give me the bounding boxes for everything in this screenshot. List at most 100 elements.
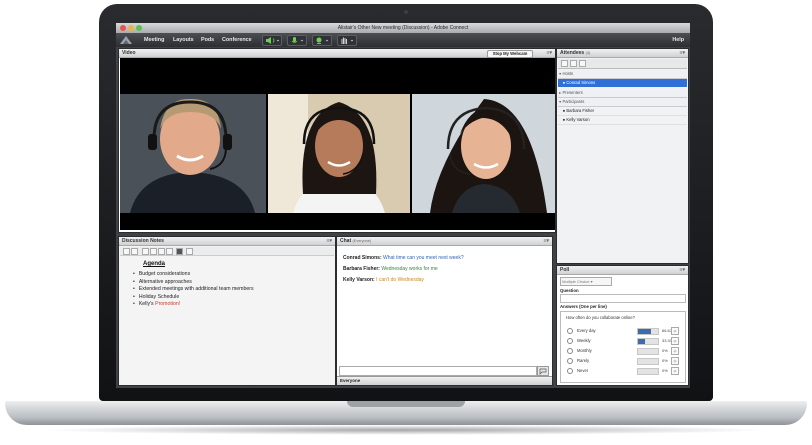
participant-3-avatar-icon <box>412 94 555 213</box>
poll-bar <box>637 338 659 345</box>
title-bar: Alistair's Other New meeting (Discussion… <box>116 23 690 33</box>
poll-option-label: Monthly <box>577 348 592 353</box>
microphone-button[interactable] <box>287 35 307 46</box>
attendees-toolbar <box>558 59 687 69</box>
notes-content[interactable]: Agenda Budget considerations Alternative… <box>123 257 281 377</box>
user-icon: ● <box>562 117 566 122</box>
webcam-button[interactable] <box>312 35 332 46</box>
attendees-title: Attendees <box>560 50 585 56</box>
pod-options-icon[interactable]: ≡▾ <box>680 267 685 273</box>
status-icon[interactable] <box>579 60 586 67</box>
menu-layouts[interactable]: Layouts <box>173 37 194 43</box>
speaker-button[interactable] <box>262 35 282 46</box>
chat-messages: Conrad Simons: What time can you meet ne… <box>343 253 464 286</box>
notes-toolbar <box>120 247 334 256</box>
attendee-host[interactable]: ● Conrad Simons <box>558 79 687 87</box>
laptop-notch <box>347 401 465 407</box>
chat-sender: Barbara Fisher: <box>343 266 380 272</box>
speaker-icon <box>266 37 280 44</box>
video-participant-1 <box>120 94 266 213</box>
undo-icon[interactable] <box>123 248 130 255</box>
raise-hand-button[interactable] <box>337 35 357 46</box>
poll-option-label: Weekly <box>577 338 591 343</box>
attendees-count: (3) <box>585 51 591 55</box>
text-color-icon[interactable] <box>176 248 183 255</box>
poll-percentage: 0% <box>662 358 668 363</box>
radio-button[interactable] <box>567 327 573 334</box>
group-presenters-label: Presenters <box>562 90 583 95</box>
menu-pods[interactable]: Pods <box>201 37 214 43</box>
poll-option[interactable]: Never 0% ◇ <box>567 366 679 375</box>
group-hosts[interactable]: ▾ Hosts <box>558 70 687 79</box>
window-title: Alistair's Other New meeting (Discussion… <box>337 25 469 31</box>
radio-button[interactable] <box>567 367 573 374</box>
notes-pod-header: Discussion Notes ≡▾ <box>119 237 335 246</box>
radio-button[interactable] <box>567 347 573 354</box>
grid-view-icon[interactable] <box>570 60 577 67</box>
vote-count-icon: ◇ <box>671 347 679 355</box>
group-presenters[interactable]: ▸ Presenters <box>558 89 687 98</box>
redo-icon[interactable] <box>131 248 138 255</box>
menu-conference[interactable]: Conference <box>222 37 252 43</box>
attendees-pod: Attendees (3) ≡▾ ▾ Hosts ● Conrad Simons… <box>556 48 689 264</box>
attendee-name: Kelly Varson <box>566 117 590 122</box>
notes-pod: Discussion Notes ≡▾ Agenda Budget consid… <box>118 236 336 386</box>
answers-label: Answers (One per line) <box>560 304 607 309</box>
chat-tab-everyone[interactable]: Everyone <box>337 376 552 385</box>
group-hosts-label: Hosts <box>562 71 574 76</box>
bold-icon[interactable] <box>142 248 149 255</box>
poll-type-select[interactable]: Multiple Choice ▾ <box>560 277 612 286</box>
italic-icon[interactable] <box>150 248 157 255</box>
vote-count-icon: ◇ <box>671 367 679 375</box>
app-window: Alistair's Other New meeting (Discussion… <box>116 23 690 388</box>
chat-text: What time can you meet next week? <box>383 255 464 261</box>
question-input[interactable] <box>560 294 686 303</box>
agenda-item: Kelly's Promotion! <box>133 301 254 309</box>
pod-options-icon[interactable]: ≡▾ <box>544 238 549 244</box>
poll-question: How often do you collaborate online? <box>566 315 635 320</box>
vote-count-icon: ◇ <box>671 357 679 365</box>
chat-message: Kelly Varson: I can't do Wednesday <box>343 275 464 286</box>
chat-pod: Chat (Everyone) ≡▾ Conrad Simons: What t… <box>336 236 553 386</box>
video-feed-area <box>120 58 555 230</box>
attendee-name: Conrad Simons <box>566 80 596 85</box>
stop-webcam-button[interactable]: Stop My Webcam <box>487 50 533 58</box>
list-view-icon[interactable] <box>561 60 568 67</box>
font-size-icon[interactable] <box>166 248 173 255</box>
poll-option[interactable]: Rarely 0% ◇ <box>567 356 679 365</box>
bullet-list-icon[interactable] <box>186 248 193 255</box>
attendee-participant[interactable]: ● Kelly Varson <box>558 116 687 125</box>
poll-option[interactable]: Every day 66.67% ◇ <box>567 326 679 335</box>
poll-bar <box>637 348 659 355</box>
radio-button[interactable] <box>567 337 573 344</box>
pod-options-icon[interactable]: ≡▾ <box>327 238 332 244</box>
poll-bar-fill <box>638 329 652 334</box>
poll-option[interactable]: Weekly 33.33% ◇ <box>567 336 679 345</box>
attendee-name: Barbara Fisher <box>566 108 595 113</box>
send-message-button[interactable] <box>537 366 549 376</box>
pod-options-icon[interactable]: ≡▾ <box>680 50 685 56</box>
chat-text: I can't do Wednesday <box>376 277 424 283</box>
poll-pod: Poll ≡▾ Multiple Choice ▾ Question Answe… <box>556 265 689 386</box>
attendee-participant[interactable]: ● Barbara Fisher <box>558 107 687 116</box>
poll-option[interactable]: Monthly 0% ◇ <box>567 346 679 355</box>
agenda-highlight: Promotion! <box>155 301 181 307</box>
participant-1-avatar-icon <box>120 94 266 213</box>
poll-option-label: Never <box>577 368 589 373</box>
radio-button[interactable] <box>567 357 573 364</box>
menu-help[interactable]: Help <box>672 37 684 43</box>
underline-icon[interactable] <box>158 248 165 255</box>
video-participant-3 <box>412 94 555 213</box>
chat-message: Barbara Fisher: Wednesday works for me <box>343 264 464 275</box>
menu-meeting[interactable]: Meeting <box>144 37 164 43</box>
raise-hand-icon <box>341 37 354 44</box>
video-pod-title: Video <box>122 50 136 56</box>
poll-percentage: 0% <box>662 368 668 373</box>
question-label: Question <box>560 288 579 293</box>
participant-2-avatar-icon <box>268 94 410 213</box>
speech-bubble-icon <box>539 368 547 375</box>
chat-input[interactable] <box>339 366 537 376</box>
poll-pod-title: Poll <box>560 267 570 273</box>
pod-options-icon[interactable]: ≡▾ <box>547 50 552 56</box>
group-participants[interactable]: ▾ Participants <box>558 98 687 107</box>
